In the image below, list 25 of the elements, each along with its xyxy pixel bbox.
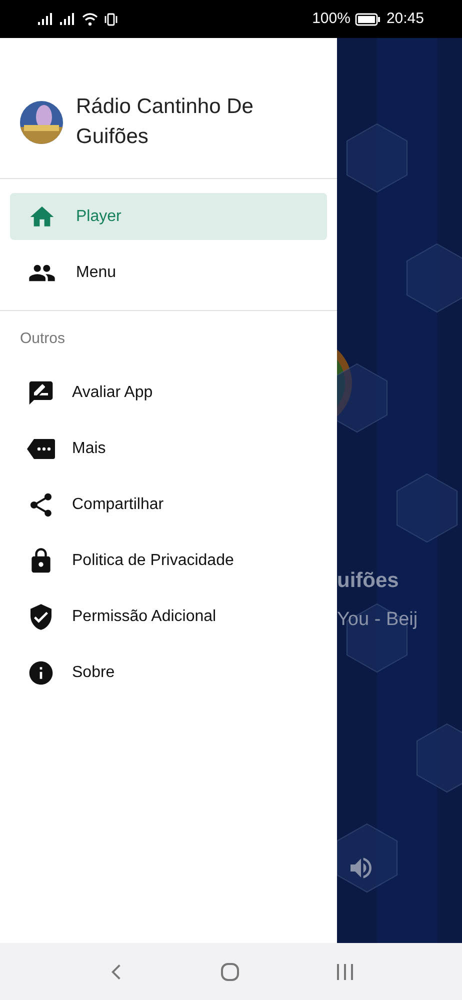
info-icon: [27, 658, 55, 686]
drawer-item[interactable]: Avaliar App: [0, 364, 337, 420]
wifi-icon: [82, 12, 98, 26]
station-logo: [20, 100, 63, 144]
signal-icon: [60, 13, 76, 25]
vibrate-icon: [104, 12, 118, 26]
drawer-item[interactable]: Mais: [0, 420, 337, 476]
station-name: uifões: [337, 568, 399, 594]
drawer-item[interactable]: Menu: [10, 249, 327, 296]
drawer-item[interactable]: Compartilhar: [0, 476, 337, 532]
station-title: Rádio Cantinho De Guifões: [76, 94, 254, 150]
drawer-item[interactable]: Politica de Privacidade: [0, 532, 337, 588]
drawer-item[interactable]: Permissão Adicional: [0, 588, 337, 644]
clock-time: 20:45: [386, 8, 424, 29]
battery-percent: 100%: [312, 8, 350, 29]
home-button-icon[interactable]: [220, 962, 240, 982]
battery-icon: [355, 12, 382, 26]
signal-icon: [38, 13, 54, 25]
review-icon: [27, 378, 55, 406]
drawer-item[interactable]: Sobre: [0, 644, 337, 700]
track-title: You - Beij: [337, 608, 418, 632]
drawer-item[interactable]: Player: [10, 193, 327, 240]
tag-icon: [26, 438, 56, 460]
section-title: Outros: [19, 329, 66, 349]
recent-apps-icon[interactable]: [334, 962, 355, 980]
